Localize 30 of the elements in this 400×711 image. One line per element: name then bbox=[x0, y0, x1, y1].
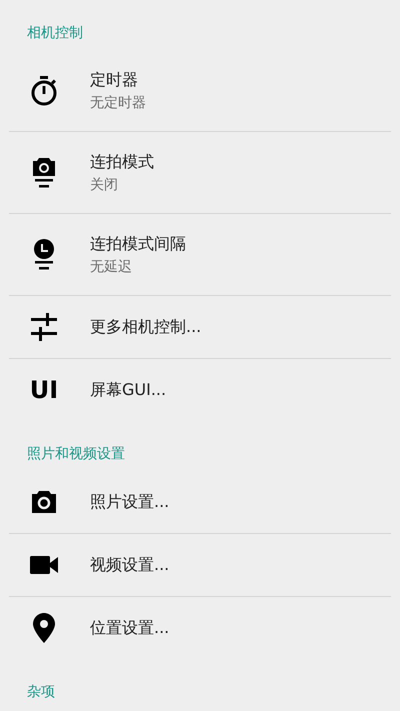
item-title: 连拍模式 bbox=[90, 152, 154, 172]
settings-item[interactable]: 照片设置... bbox=[0, 471, 400, 533]
item-title: 照片设置... bbox=[90, 492, 170, 512]
section-header: 杂项 bbox=[27, 684, 55, 700]
clock-icon bbox=[32, 238, 56, 270]
section-header: 照片和视频设置 bbox=[27, 446, 125, 462]
video-camera-icon bbox=[30, 556, 58, 574]
item-summary: 无延迟 bbox=[90, 258, 132, 276]
timer-icon bbox=[30, 76, 58, 106]
item-title: 连拍模式间隔 bbox=[90, 234, 186, 254]
item-summary: 关闭 bbox=[90, 176, 118, 194]
settings-item[interactable]: 更多相机控制... bbox=[0, 296, 400, 358]
settings-item[interactable]: 位置设置... bbox=[0, 597, 400, 659]
settings-item[interactable]: UI 屏幕GUI... bbox=[0, 359, 400, 421]
settings-item[interactable]: 定时器 无定时器 bbox=[0, 50, 400, 131]
item-title: 视频设置... bbox=[90, 555, 170, 575]
item-title: 屏幕GUI... bbox=[90, 380, 166, 400]
item-summary: 无定时器 bbox=[90, 94, 146, 112]
settings-item[interactable]: 视频设置... bbox=[0, 534, 400, 596]
camera-icon bbox=[32, 156, 56, 188]
item-title: 位置设置... bbox=[90, 618, 170, 638]
item-title: 更多相机控制... bbox=[90, 317, 202, 337]
ui-icon: UI bbox=[30, 377, 58, 403]
sliders-icon bbox=[31, 313, 57, 341]
settings-item[interactable]: 连拍模式间隔 无延迟 bbox=[0, 214, 400, 295]
section-header: 相机控制 bbox=[27, 25, 83, 41]
location-pin-icon bbox=[33, 613, 55, 643]
settings-item[interactable]: 连拍模式 关闭 bbox=[0, 132, 400, 213]
item-title: 定时器 bbox=[90, 70, 138, 90]
camera-icon bbox=[31, 490, 57, 514]
